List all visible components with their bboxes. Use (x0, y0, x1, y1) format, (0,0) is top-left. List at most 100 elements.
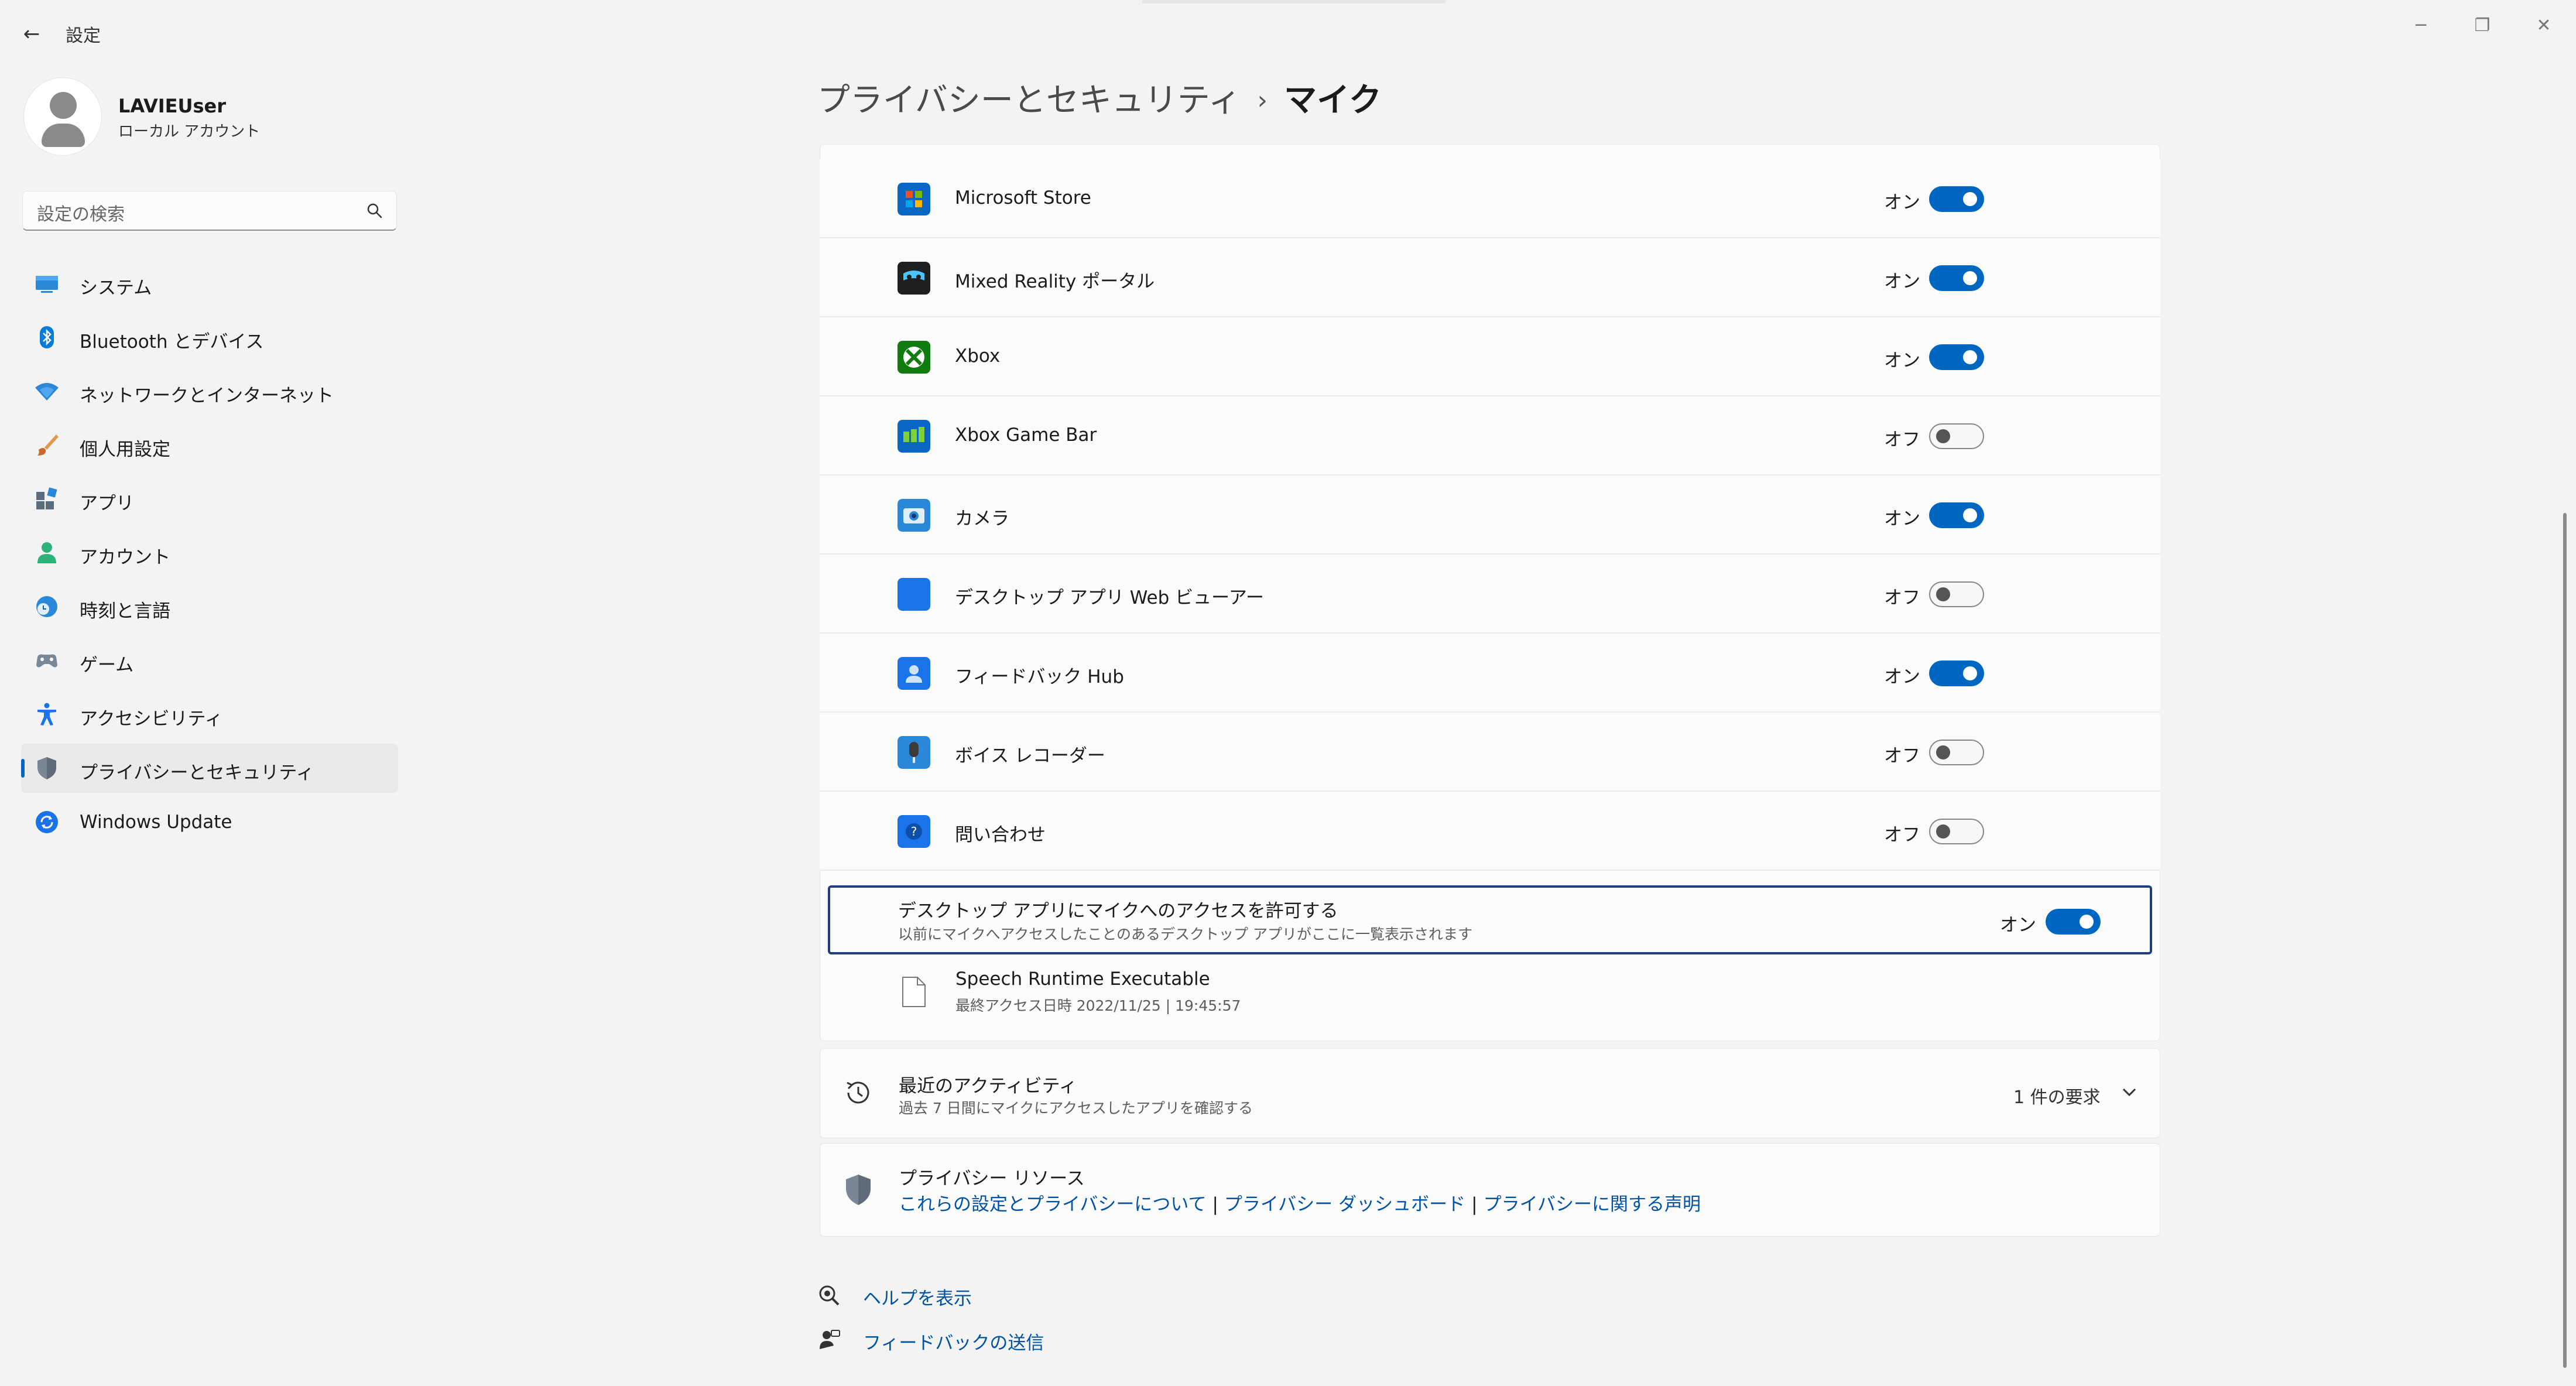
app-name: ボイス レコーダー (955, 745, 1105, 766)
desktop-access-subtitle: 以前にマイクへアクセスしたことのあるデスクトップ アプリがここに一覧表示されます (898, 926, 1472, 943)
globe-clock-icon (36, 596, 57, 617)
feedback-hub-toggle[interactable] (1929, 661, 1984, 686)
list-item: Microsoft Store オン (820, 159, 2160, 238)
scrollbar[interactable] (2563, 513, 2567, 1368)
xbox-toggle[interactable] (1929, 344, 1984, 370)
sidebar-item-time-language[interactable]: 時刻と言語 (21, 582, 398, 631)
mixed-reality-icon (898, 262, 930, 295)
sidebar-item-bluetooth[interactable]: Bluetooth とデバイス (21, 313, 398, 362)
desktop-app-name: Speech Runtime Executable (955, 969, 1210, 990)
sidebar-item-label: 個人用設定 (80, 439, 170, 460)
back-button[interactable]: ← (18, 20, 46, 48)
sidebar-item-personalization[interactable]: 個人用設定 (21, 420, 398, 470)
desktop-apps-access-setting[interactable]: デスクトップ アプリにマイクへのアクセスを許可する 以前にマイクへアクセスしたこ… (828, 885, 2152, 954)
toggle-state-label: オン (1884, 666, 1920, 687)
web-viewer-toggle[interactable] (1929, 581, 1984, 607)
voice-recorder-icon (898, 736, 930, 769)
sidebar-item-network[interactable]: ネットワークとインターネット (21, 367, 398, 416)
camera-toggle[interactable] (1929, 502, 1984, 528)
feedback-hub-icon (898, 657, 930, 690)
breadcrumb: プライバシーとセキュリティ › マイク (817, 74, 1382, 121)
sidebar-item-label: アカウント (80, 547, 170, 568)
desktop-app-item: Speech Runtime Executable 最終アクセス日時 2022/… (820, 958, 2160, 1041)
sidebar-item-apps[interactable]: アプリ (21, 474, 398, 523)
window-drag-handle[interactable] (1142, 0, 1446, 4)
desktop-apps-access-toggle[interactable] (2046, 909, 2101, 935)
privacy-statement-link[interactable]: プライバシーに関する声明 (1484, 1194, 1701, 1215)
store-icon (898, 183, 930, 215)
sidebar-item-accounts[interactable]: アカウント (21, 528, 398, 577)
recent-activity-card[interactable]: 最近のアクティビティ 過去 7 日間にマイクにアクセスしたアプリを確認する 1 … (820, 1048, 2160, 1138)
privacy-resources-links: これらの設定とプライバシーについて | プライバシー ダッシュボード | プライバシーに… (899, 1189, 1701, 1216)
app-name: Xbox Game Bar (955, 425, 1097, 446)
privacy-resources-title: プライバシー リソース (899, 1168, 1085, 1189)
sidebar-item-system[interactable]: システム (21, 259, 398, 308)
update-icon (36, 811, 58, 833)
bluetooth-icon (40, 326, 54, 348)
minimize-button[interactable]: ─ (2397, 8, 2444, 43)
user-profile[interactable]: LAVIEUser ローカル アカウント (23, 77, 386, 156)
chevron-down-icon[interactable] (2119, 1082, 2140, 1103)
app-name: Microsoft Store (955, 187, 1091, 208)
feedback-link-label[interactable]: フィードバックの送信 (863, 1328, 1044, 1354)
desktop-access-title: デスクトップ アプリにマイクへのアクセスを許可する (898, 901, 1338, 922)
web-viewer-icon (898, 578, 930, 611)
sidebar-item-windows-update[interactable]: Windows Update (21, 798, 398, 847)
history-icon (847, 1082, 869, 1104)
sidebar-item-privacy[interactable]: プライバシーとセキュリティ (21, 744, 398, 793)
sidebar-item-accessibility[interactable]: アクセシビリティ (21, 690, 398, 739)
breadcrumb-separator: › (1257, 85, 1268, 115)
help-link-label[interactable]: ヘルプを表示 (863, 1284, 972, 1310)
recent-activity-title: 最近のアクティビティ (899, 1076, 1077, 1097)
privacy-settings-link[interactable]: これらの設定とプライバシーについて (899, 1194, 1206, 1215)
mixed-reality-toggle[interactable] (1929, 265, 1984, 291)
svg-text:?: ? (911, 824, 917, 839)
maximize-button[interactable]: ❐ (2459, 8, 2506, 43)
shield-icon (846, 1175, 871, 1205)
app-name: フィードバック Hub (955, 666, 1124, 687)
search-icon[interactable] (366, 202, 383, 220)
get-help-toggle[interactable] (1929, 819, 1984, 844)
app-title: 設定 (66, 26, 101, 46)
user-name: LAVIEUser (118, 95, 227, 117)
brush-icon (37, 434, 59, 456)
title-bar: ← 設定 ─ ❐ ✕ (0, 0, 2576, 64)
app-name: デスクトップ アプリ Web ビューアー (955, 587, 1265, 608)
gamepad-icon (36, 654, 57, 668)
breadcrumb-parent[interactable]: プライバシーとセキュリティ (817, 81, 1241, 119)
sidebar-item-label: アクセシビリティ (80, 709, 223, 730)
page-title: マイク (1284, 81, 1382, 119)
sidebar-item-gaming[interactable]: ゲーム (21, 636, 398, 685)
toggle-state-label: オフ (1884, 587, 1920, 608)
shield-icon (37, 757, 56, 779)
search-input[interactable]: 設定の検索 (22, 191, 397, 231)
toggle-state-label: オン (2000, 915, 2036, 936)
toggle-state-label: オン (1884, 271, 1920, 292)
feedback-link[interactable]: フィードバックの送信 (817, 1323, 1044, 1354)
sidebar-nav: システム Bluetooth とデバイス ネットワークとインターネット 個人用設… (21, 259, 398, 851)
list-item: Xbox Game Bar オフ (820, 396, 2160, 475)
desktop-app-last-access: 最終アクセス日時 2022/11/25 | 19:45:57 (955, 997, 1241, 1014)
sidebar-item-label: Bluetooth とデバイス (80, 331, 264, 353)
close-button[interactable]: ✕ (2520, 8, 2567, 43)
microsoft-store-toggle[interactable] (1929, 186, 1984, 212)
xbox-game-bar-toggle[interactable] (1929, 423, 1984, 449)
avatar (23, 77, 102, 156)
request-count: 1 件の要求 (2013, 1087, 2101, 1108)
toggle-state-label: オフ (1884, 745, 1920, 766)
app-name: 問い合わせ (955, 824, 1046, 846)
camera-icon (898, 499, 930, 532)
help-link[interactable]: ヘルプを表示 (817, 1279, 993, 1309)
apps-icon (36, 487, 57, 509)
privacy-resources-card: プライバシー リソース これらの設定とプライバシーについて | プライバシー ダッシ… (820, 1143, 2160, 1237)
list-item: Xbox オン (820, 317, 2160, 396)
app-name: Xbox (955, 345, 1001, 367)
toggle-state-label: オフ (1884, 824, 1920, 846)
privacy-dashboard-link[interactable]: プライバシー ダッシュボード (1224, 1194, 1465, 1215)
file-icon (902, 977, 926, 1007)
list-item: ボイス レコーダー オフ (820, 713, 2160, 792)
get-help-icon: ? (898, 815, 930, 848)
voice-recorder-toggle[interactable] (1929, 740, 1984, 765)
search-placeholder: 設定の検索 (37, 204, 125, 225)
accessibility-icon (37, 703, 56, 725)
